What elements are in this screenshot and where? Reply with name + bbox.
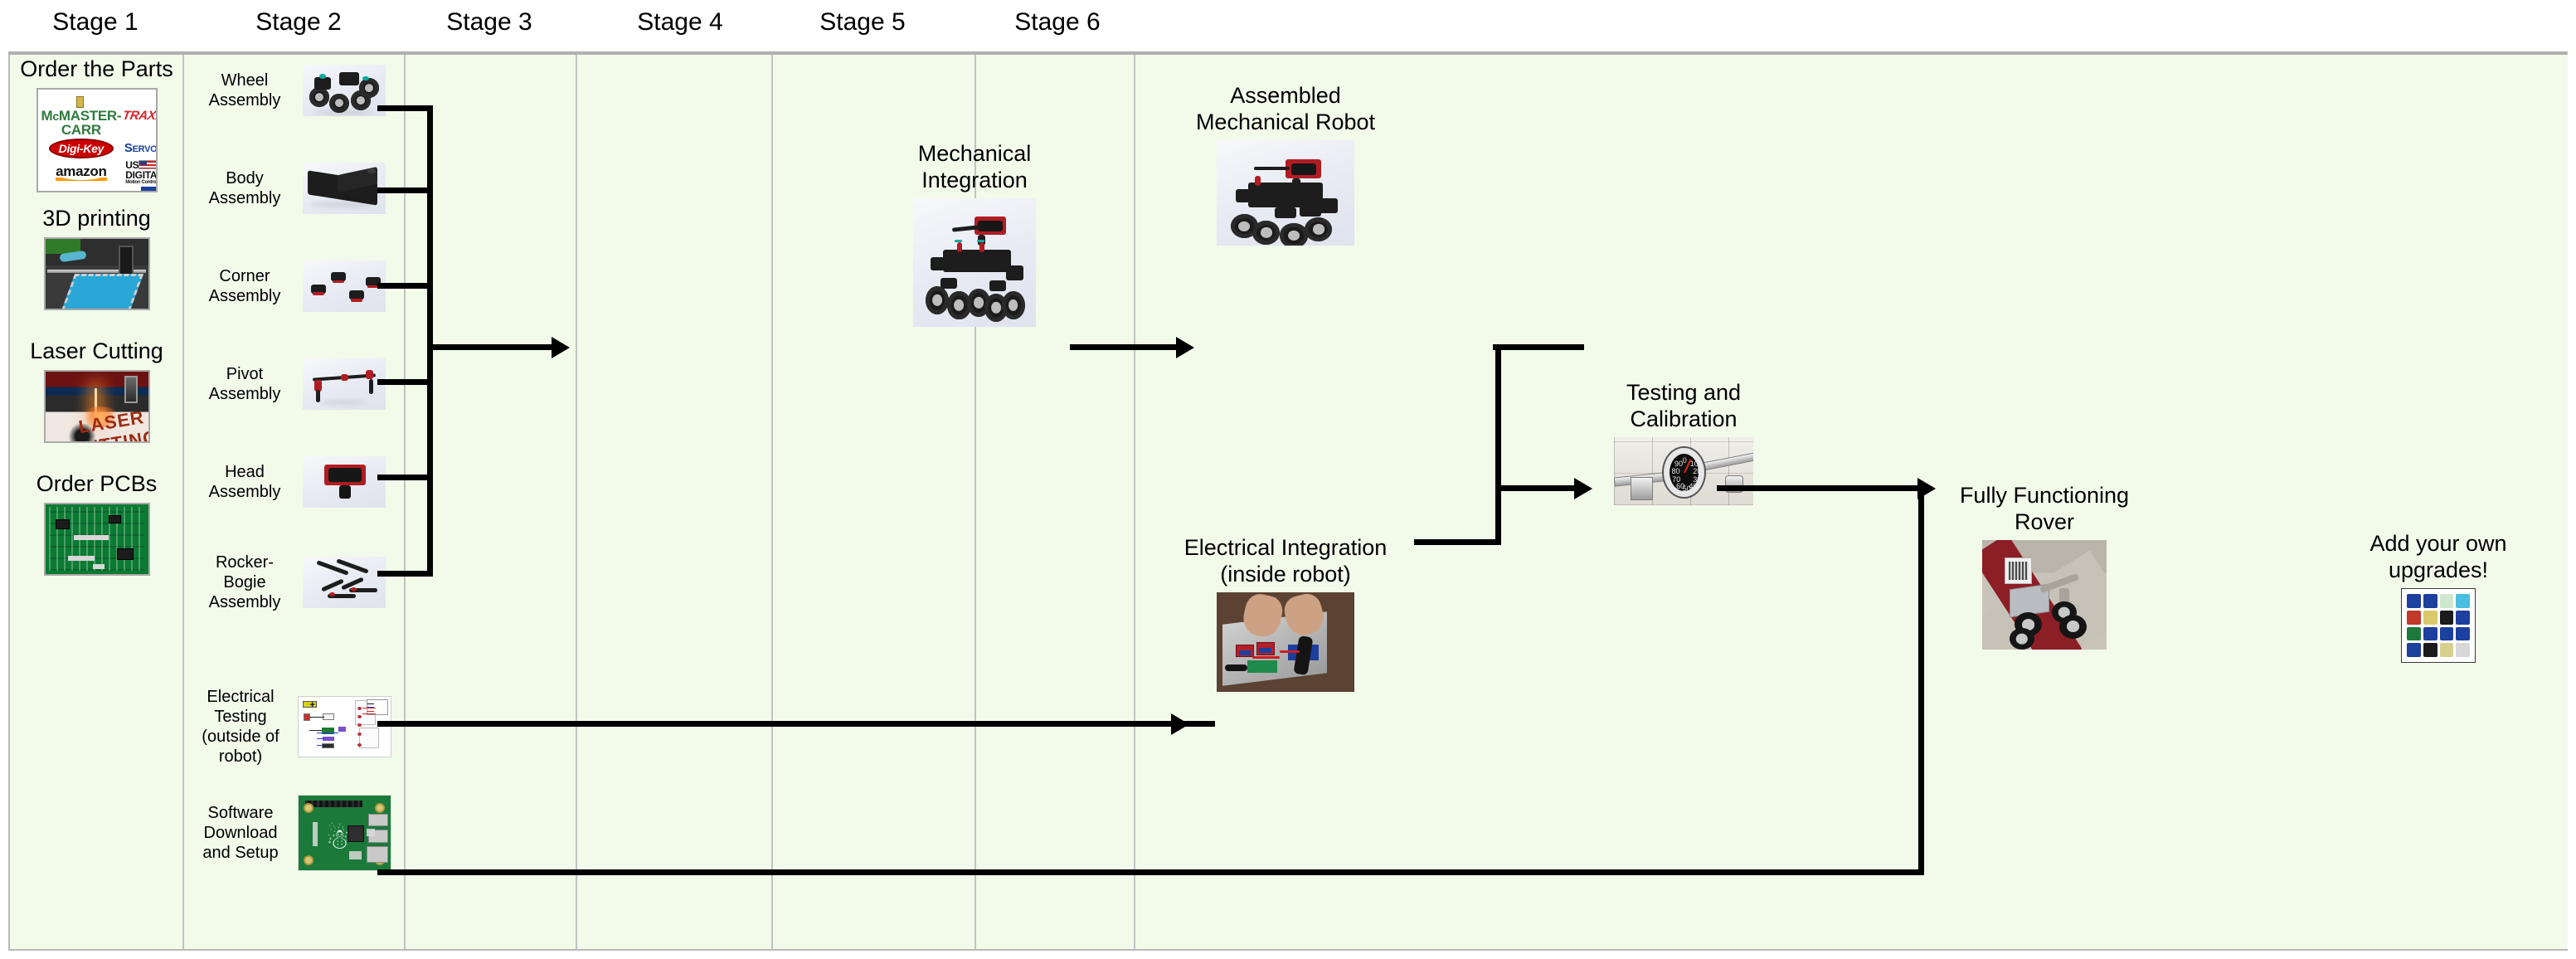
node-fully-functioning-rover[interactable]: Fully Functioning Rover	[1932, 483, 2156, 650]
order-pcbs-label: Order PCBs	[36, 471, 158, 496]
node-order-pcbs[interactable]: Order PCBs	[12, 471, 182, 576]
logo-traxxas: TRAXXAS	[121, 108, 158, 123]
rocker-bogie-assembly-label: Rocker-Bogie Assembly	[208, 553, 281, 611]
connector-stage5-to-stage6	[1717, 485, 1920, 491]
wheel-assembly-image	[303, 65, 386, 116]
pcb-image	[43, 502, 150, 576]
connector-pivot-to-bus	[377, 379, 433, 385]
head-assembly-label: Head Assembly	[208, 463, 281, 501]
node-body-assembly[interactable]: Body Assembly	[195, 163, 394, 214]
node-pivot-assembly[interactable]: Pivot Assembly	[195, 358, 394, 410]
node-order-the-parts[interactable]: Order the Parts McMASTER-CARR TRAXXAS Di…	[12, 56, 182, 192]
rover-build-process-diagram: Stage 1 Stage 2 Stage 3 Stage 4 Stage 5 …	[0, 0, 2576, 959]
arrowhead-into-assembled-robot	[1176, 337, 1194, 358]
node-electrical-testing[interactable]: Electrical Testing (outside of robot)	[189, 687, 396, 767]
node-wheel-assembly[interactable]: Wheel Assembly	[195, 65, 394, 116]
logo-amazon: amazon	[56, 163, 107, 181]
logo-pololu: Pololu	[138, 186, 156, 191]
connector-bus-to-stage3	[427, 344, 553, 350]
corner-assembly-label: Corner Assembly	[208, 267, 281, 305]
connector-software-bottom-bus	[377, 869, 1924, 875]
connector-software-bus-riser	[1918, 485, 1924, 875]
arrowhead-into-mechanical-integration	[552, 337, 570, 358]
stage-header-4: Stage 4	[637, 8, 723, 36]
node-software-download-setup[interactable]: Software Download and Setup ☃	[189, 795, 396, 871]
node-3d-printing[interactable]: 3D printing	[12, 206, 182, 310]
logo-servocity: SERVOCITY	[124, 141, 158, 156]
node-rocker-bogie-assembly[interactable]: Rocker-Bogie Assembly	[195, 553, 394, 612]
assembled-mechanical-robot-label: Assembled Mechanical Robot	[1195, 83, 1376, 134]
connector-stage3-to-stage4	[1070, 344, 1178, 350]
electrical-integration-label: Electrical Integration (inside robot)	[1184, 535, 1388, 587]
logo-mcmaster-carr: McMASTER-CARR	[41, 95, 122, 137]
supplier-logos-image: McMASTER-CARR TRAXXAS Digi-Key SERVOCITY…	[36, 87, 158, 192]
electrical-integration-image	[1217, 592, 1354, 693]
logo-digi-key: Digi-Key	[48, 138, 114, 158]
3d-printing-label: 3D printing	[42, 206, 151, 231]
connector-electrical-testing-to-integration	[377, 721, 1215, 727]
connector-merge-vertical	[1495, 344, 1501, 545]
assembled-mechanical-robot-image	[1217, 140, 1354, 246]
fully-functioning-rover-image	[1982, 540, 2107, 650]
node-corner-assembly[interactable]: Corner Assembly	[195, 260, 394, 312]
testing-calibration-image: 0 10 20 30 40 50 60 70 80 90	[1614, 437, 1753, 506]
arrowhead-into-testing-calibration	[1574, 478, 1592, 499]
body-assembly-label: Body Assembly	[208, 169, 281, 207]
node-assembled-mechanical-robot[interactable]: Assembled Mechanical Robot	[1178, 83, 1393, 246]
connector-assembled-robot-down	[1493, 344, 1584, 350]
connector-head-to-bus	[377, 475, 433, 480]
arrowhead-into-electrical-integration	[1171, 713, 1189, 735]
pivot-assembly-label: Pivot Assembly	[208, 365, 281, 403]
stage-header-5: Stage 5	[819, 8, 906, 36]
connector-wheel-to-bus	[377, 105, 433, 111]
laser-cutting-label: Laser Cutting	[30, 338, 163, 363]
mechanical-integration-label: Mechanical Integration	[917, 141, 1032, 192]
mechanical-integration-image	[913, 198, 1036, 328]
sensor-modules-image	[2401, 588, 2476, 664]
stage-header-3: Stage 3	[446, 8, 532, 36]
head-assembly-image	[303, 456, 386, 508]
connector-merge-to-stage5	[1495, 485, 1578, 491]
stage-header-1: Stage 1	[52, 8, 139, 36]
node-laser-cutting[interactable]: Laser Cutting LASER CUTTING	[12, 338, 182, 443]
electrical-testing-label: Electrical Testing (outside of robot)	[202, 688, 279, 766]
rocker-bogie-assembly-image	[303, 557, 386, 608]
pivot-assembly-image	[303, 358, 386, 410]
stage-header-2: Stage 2	[255, 8, 342, 36]
raspberry-pi-image: ☃	[297, 795, 391, 871]
add-your-own-upgrades-label: Add your own upgrades!	[2369, 531, 2507, 582]
3d-printer-image	[43, 236, 150, 310]
connector-mechanical-bus-vertical	[427, 105, 433, 577]
stage-header-6: Stage 6	[1014, 8, 1101, 36]
connector-body-to-bus	[377, 187, 433, 193]
logo-us-digital: USDIGITALMotion Control Products	[125, 158, 158, 185]
lane-stage-4	[577, 55, 773, 949]
corner-assembly-image	[303, 260, 386, 312]
node-electrical-integration[interactable]: Electrical Integration (inside robot)	[1178, 535, 1393, 693]
body-assembly-image	[303, 163, 386, 214]
order-the-parts-label: Order the Parts	[20, 56, 173, 81]
connector-rocker-bogie-to-bus	[377, 571, 433, 577]
fully-functioning-rover-label: Fully Functioning Rover	[1959, 483, 2130, 534]
software-download-setup-label: Software Download and Setup	[202, 804, 279, 862]
testing-calibration-label: Testing and Calibration	[1626, 380, 1742, 431]
laser-cutter-image: LASER CUTTING	[43, 369, 150, 443]
stage-header-row: Stage 1 Stage 2 Stage 3 Stage 4 Stage 5 …	[0, 0, 2576, 51]
node-add-your-own-upgrades[interactable]: Add your own upgrades!	[2306, 531, 2571, 664]
node-mechanical-integration[interactable]: Mechanical Integration	[883, 141, 1066, 328]
wheel-assembly-label: Wheel Assembly	[208, 71, 281, 110]
connector-corner-to-bus	[377, 283, 433, 289]
node-head-assembly[interactable]: Head Assembly	[195, 456, 394, 508]
connector-electrical-integration-right	[1414, 539, 1501, 545]
electrical-schematic-image	[297, 696, 391, 757]
